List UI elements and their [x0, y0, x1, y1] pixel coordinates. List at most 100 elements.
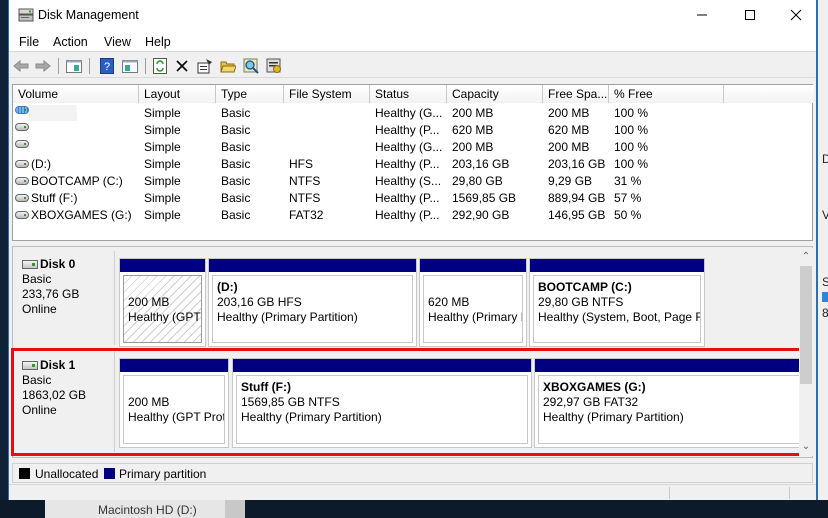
show-hide-action-pane-button[interactable] [121, 57, 139, 75]
legend-swatch-unallocated [19, 468, 30, 479]
volume-cell: Stuff (F:) [13, 191, 77, 205]
partition-block[interactable]: 620 MB Healthy (Primary I [419, 258, 527, 347]
volume-name: (D:) [31, 157, 51, 171]
disk-size: 1863,02 GB [22, 388, 87, 402]
minimize-icon [697, 14, 707, 16]
partition-size-fs: 29,80 GB NTFS [538, 295, 624, 309]
volume-list: Volume Layout Type File System Status Ca… [12, 84, 814, 241]
help-button[interactable]: ? [98, 57, 116, 75]
show-hide-console-tree-button[interactable] [65, 57, 83, 75]
disk-type: Basic [22, 272, 52, 286]
explore-button[interactable] [242, 57, 260, 75]
status-cell: Healthy (G... [375, 106, 443, 120]
menu-action[interactable]: Action [53, 35, 88, 49]
volume-row[interactable]: (D:) Simple Basic HFS Healthy (P... 203,16 GB… [13, 156, 812, 173]
partition-status: Healthy (System, Boot, Page Fi [538, 310, 701, 324]
partition-status: Healthy (GPT Prot [128, 410, 225, 424]
capacity-cell: 200 MB [452, 106, 494, 120]
scroll-thumb[interactable] [800, 266, 812, 384]
partition-status: Healthy (Primary Partition) [241, 410, 382, 424]
status-cell: Healthy (P... [375, 208, 440, 222]
partition-block[interactable]: (D:) 203,16 GB HFS Healthy (Primary Partit… [208, 258, 417, 347]
volume-list-header: Volume Layout Type File System Status Ca… [13, 85, 814, 103]
partition-title: XBOXGAMES (G:) [543, 380, 646, 394]
settings-button[interactable] [265, 57, 283, 75]
column-header-status[interactable]: Status [370, 85, 447, 103]
explore-icon [243, 58, 259, 74]
open-button[interactable] [219, 57, 237, 75]
background-explorer-strip: Macintosh HD (D:) [0, 500, 828, 518]
capacity-cell: 29,80 GB [452, 174, 503, 188]
scroll-up-icon[interactable]: ⌃ [799, 250, 813, 264]
column-header-layout[interactable]: Layout [139, 85, 216, 103]
refresh-icon [153, 58, 167, 74]
volume-row[interactable]: XBOXGAMES (G:) Simple Basic FAT32 Healthy (P… [13, 207, 812, 224]
column-header-capacity[interactable]: Capacity [447, 85, 543, 103]
volume-name: Stuff (F:) [31, 191, 78, 205]
menu-help[interactable]: Help [145, 35, 171, 49]
volume-row[interactable]: Simple Basic Healthy (G... 200 MB 200 MB 100 … [13, 105, 812, 122]
legend-swatch-primary [104, 468, 115, 479]
status-cell: Healthy (P... [375, 157, 440, 171]
volume-row[interactable]: Simple Basic Healthy (P... 620 MB 620 MB 100 … [13, 122, 812, 139]
layout-cell: Simple [144, 106, 181, 120]
properties-button[interactable] [196, 57, 214, 75]
type-cell: Basic [221, 157, 251, 171]
maximize-button[interactable] [727, 0, 773, 30]
type-cell: Basic [221, 123, 251, 137]
column-header-percent-free[interactable]: % Free [609, 85, 724, 103]
menu-view[interactable]: View [104, 35, 131, 49]
bg-text-fragment: 8 [822, 306, 828, 320]
column-header-file-system[interactable]: File System [284, 85, 370, 103]
file-system-cell: HFS [289, 157, 313, 171]
volume-drive-icon [15, 211, 29, 219]
volume-row[interactable]: Stuff (F:) Simple Basic NTFS Healthy (P... 15… [13, 190, 812, 207]
minimize-button[interactable] [679, 0, 725, 30]
volume-drive-icon [15, 140, 29, 148]
partition-type-bar [233, 359, 531, 372]
volume-cell: XBOXGAMES (G:) [13, 208, 132, 222]
menu-file[interactable]: File [19, 35, 39, 49]
forward-button[interactable] [34, 57, 52, 75]
volume-cell: BOOTCAMP (C:) [13, 174, 123, 188]
refresh-button[interactable] [151, 57, 169, 75]
disk-pane-scrollbar[interactable]: ⌃ ⌄ [799, 248, 813, 456]
partition-block[interactable]: XBOXGAMES (G:) 292,97 GB FAT32 Healthy (Pr… [534, 358, 805, 448]
percent-free-cell: 100 % [614, 123, 649, 137]
partition-details: XBOXGAMES (G:) 292,97 GB FAT32 Healthy (Pr… [538, 375, 801, 444]
column-header-free-space[interactable]: Free Spa... [543, 85, 609, 103]
partition-title: (D:) [217, 280, 238, 294]
partition-block[interactable]: BOOTCAMP (C:) 29,80 GB NTFS Healthy (Syste… [529, 258, 705, 347]
legend-label-primary: Primary partition [119, 467, 207, 481]
type-cell: Basic [221, 191, 251, 205]
volume-row[interactable]: BOOTCAMP (C:) Simple Basic NTFS Healthy (S..… [13, 173, 812, 190]
column-header-type[interactable]: Type [216, 85, 284, 103]
scroll-down-icon[interactable]: ⌄ [799, 440, 813, 454]
delete-button[interactable] [173, 57, 191, 75]
volume-drive-icon [15, 106, 29, 114]
toolbar: ? [9, 53, 816, 78]
close-button[interactable] [773, 0, 819, 30]
settings-icon [266, 58, 281, 73]
partition-block[interactable]: Stuff (F:) 1569,85 GB NTFS Healthy (Primar… [232, 358, 532, 448]
partition-size-fs: 203,16 GB HFS [217, 295, 302, 309]
volume-row[interactable]: Simple Basic Healthy (G... 200 MB 200 MB 100 … [13, 139, 812, 156]
column-header-volume[interactable]: Volume [13, 85, 139, 103]
disk-0-label[interactable]: Disk 0 Basic 233,76 GB Online [16, 251, 115, 345]
title-bar[interactable]: Disk Management [9, 0, 816, 32]
partition-title: Stuff (F:) [241, 380, 291, 394]
partition-block[interactable]: 200 MB Healthy (GPT Prot [119, 358, 229, 448]
window-title: Disk Management [38, 8, 139, 22]
disk-icon [22, 260, 38, 269]
percent-free-cell: 100 % [614, 157, 649, 171]
partition-details: 620 MB Healthy (Primary I [423, 275, 523, 343]
percent-free-cell: 50 % [614, 208, 642, 222]
disk-management-app-icon [18, 8, 34, 22]
partition-block[interactable]: 200 MB Healthy (GPT [119, 258, 206, 347]
back-button[interactable] [12, 57, 30, 75]
status-bar [9, 484, 816, 500]
partition-status: Healthy (Primary Partition) [543, 410, 684, 424]
partition-title: BOOTCAMP (C:) [538, 280, 632, 294]
disk-1-label[interactable]: Disk 1 Basic 1863,02 GB Online [16, 352, 115, 452]
status-cell: Healthy (G... [375, 140, 443, 154]
